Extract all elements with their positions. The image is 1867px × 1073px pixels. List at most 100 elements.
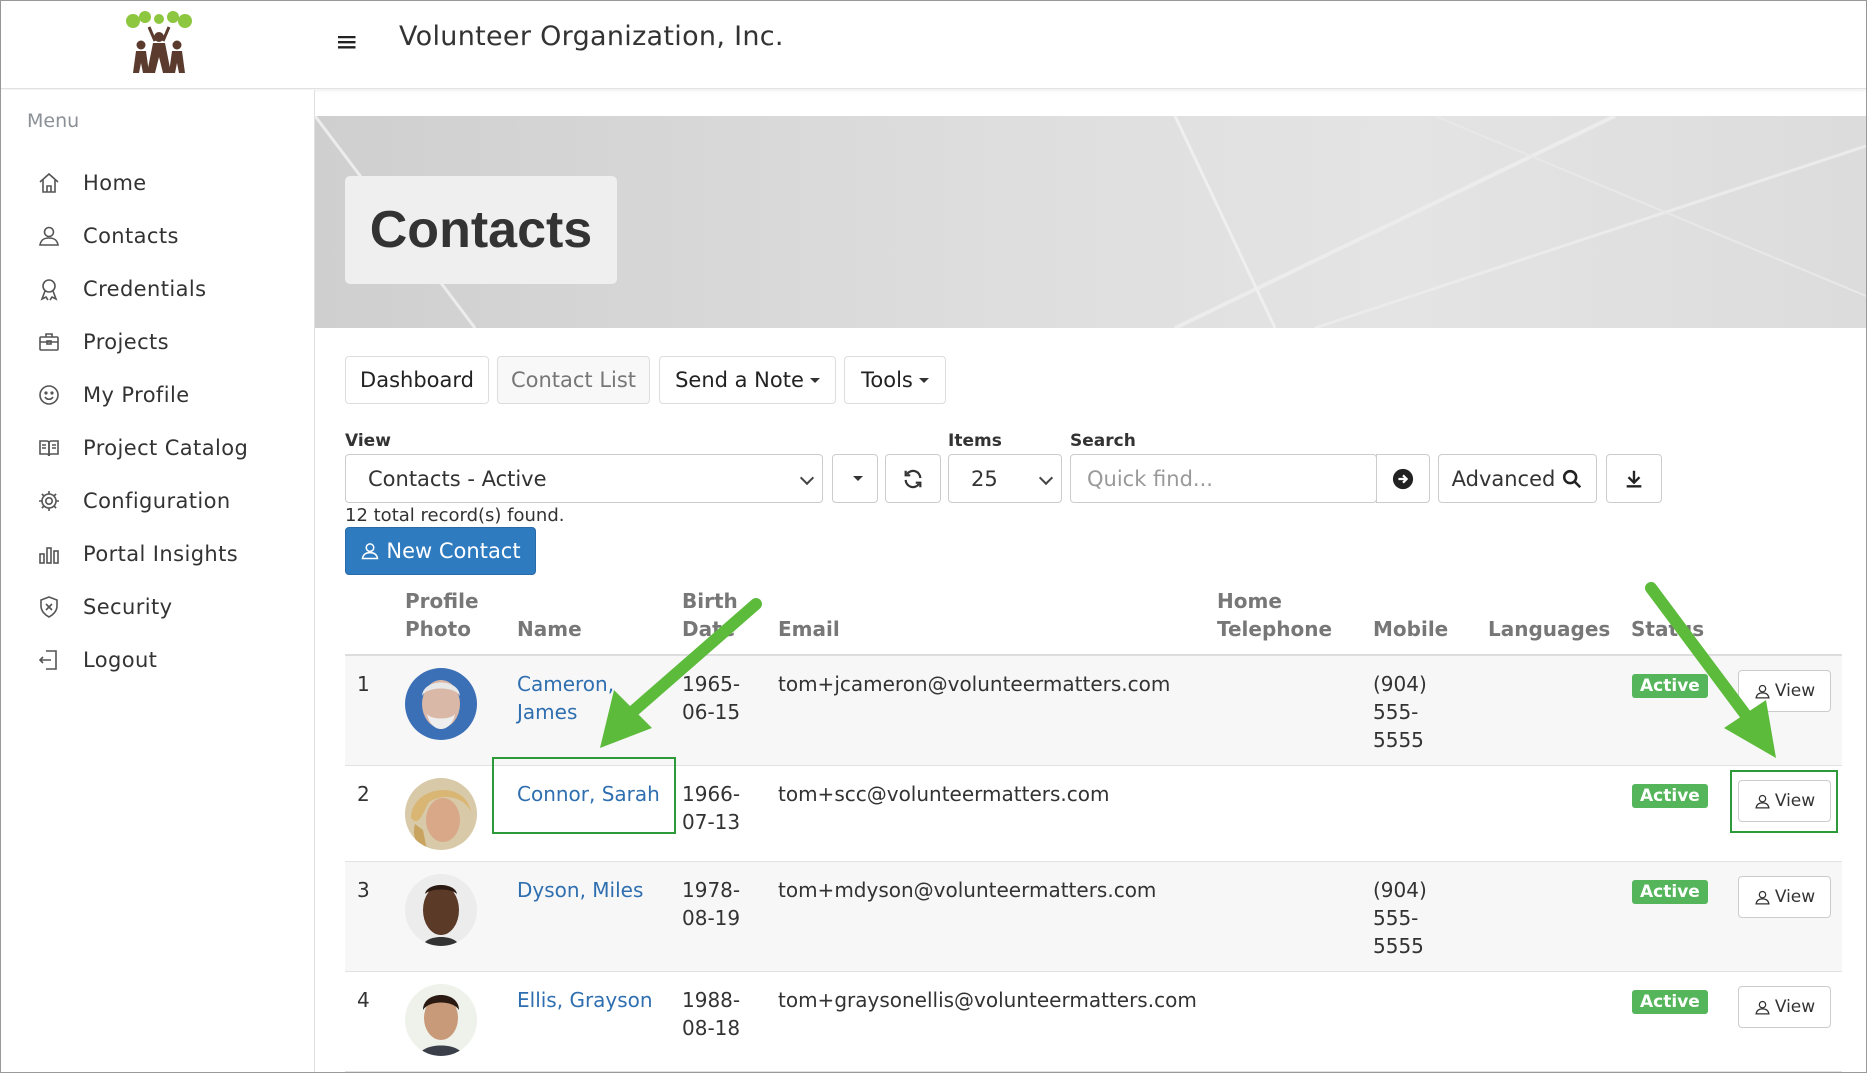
user-icon (362, 543, 379, 560)
header-text: Date (682, 617, 736, 641)
contact-name-link[interactable]: Ellis, Grayson (517, 986, 653, 1014)
page-banner: Contacts (315, 116, 1866, 328)
items-label: Items (948, 431, 1002, 451)
advanced-search-button[interactable]: Advanced (1438, 454, 1597, 503)
table-row: 2 Connor, Sarah 1966- 07-13 tom+scc@volu… (345, 766, 1842, 862)
view-label: View (1774, 791, 1816, 811)
header-name[interactable]: Name (517, 615, 582, 643)
mobile-line: 555- (1373, 700, 1419, 724)
header-birth-date[interactable]: Birth Date (682, 587, 738, 643)
header-text: Telephone (1217, 617, 1333, 641)
search-input[interactable] (1070, 454, 1377, 503)
search-icon (1563, 469, 1582, 488)
sidebar-item-my-profile[interactable]: My Profile (37, 375, 307, 415)
hamburger-icon[interactable]: ≡ (335, 25, 358, 58)
top-bar: ≡ Volunteer Organization, Inc. (1, 1, 1866, 89)
email: tom+scc@volunteermatters.com (778, 782, 1110, 806)
new-contact-button[interactable]: New Contact (345, 527, 536, 575)
birth-date: 1988- 08-18 (682, 986, 740, 1042)
header-text: Birth (682, 589, 738, 613)
sidebar-item-project-catalog[interactable]: Project Catalog (37, 428, 307, 468)
tab-dashboard[interactable]: Dashboard (345, 356, 489, 404)
contact-name-link[interactable]: Cameron, James (517, 670, 614, 726)
contact-avatar[interactable] (405, 874, 477, 946)
items-per-page-select[interactable]: 25 (948, 454, 1062, 503)
sidebar-item-portal-insights[interactable]: Portal Insights (37, 534, 307, 574)
sidebar-item-configuration[interactable]: Configuration (37, 481, 307, 521)
view-button[interactable]: View (1738, 986, 1831, 1028)
sidebar-item-label: Home (83, 171, 147, 195)
view-select[interactable]: Contacts - Active (345, 454, 823, 503)
contact-avatar[interactable] (405, 778, 477, 850)
sidebar-item-projects[interactable]: Projects (37, 322, 307, 362)
sidebar: Menu Home Contacts Credentials Projects … (1, 90, 315, 1072)
sidebar-item-label: Logout (83, 648, 158, 672)
header-languages[interactable]: Languages (1488, 615, 1610, 643)
tab-tools[interactable]: Tools (844, 356, 946, 404)
birth-date: 1965- 06-15 (682, 670, 740, 726)
sidebar-item-contacts[interactable]: Contacts (37, 216, 307, 256)
mobile-line: 555- (1373, 906, 1419, 930)
tab-send-a-note[interactable]: Send a Note (659, 356, 836, 404)
view-button[interactable]: View (1738, 780, 1831, 822)
tab-contact-list[interactable]: Contact List (497, 356, 650, 404)
refresh-button[interactable] (885, 454, 941, 503)
user-icon (1755, 794, 1770, 809)
header-text: Photo (405, 617, 471, 641)
export-button[interactable] (1606, 454, 1662, 503)
view-label: View (345, 431, 391, 451)
organization-logo[interactable] (119, 11, 199, 77)
caret-down-icon (853, 476, 863, 481)
contact-avatar[interactable] (405, 668, 477, 740)
chevron-down-icon (1038, 470, 1054, 486)
table-row: 3 Dyson, Miles 1978- 08-19 tom+mdyson@vo… (345, 862, 1842, 972)
birth-line: 06-15 (682, 700, 741, 724)
shield-icon (40, 596, 58, 618)
sidebar-item-credentials[interactable]: Credentials (37, 269, 307, 309)
sidebar-item-label: Portal Insights (83, 542, 239, 566)
tab-label: Send a Note (675, 368, 804, 392)
header-text: Home (1217, 589, 1282, 613)
tab-label: Dashboard (360, 368, 474, 392)
status-badge: Active (1632, 990, 1708, 1014)
name-line: James (517, 700, 578, 724)
contact-name-link[interactable]: Connor, Sarah (517, 780, 660, 808)
sidebar-item-label: Projects (83, 330, 169, 354)
row-number: 2 (357, 782, 370, 806)
row-number: 3 (357, 878, 370, 902)
sidebar-item-label: Contacts (83, 224, 179, 248)
sidebar-item-label: Project Catalog (83, 436, 249, 460)
mobile-line: (904) (1373, 672, 1427, 696)
items-select-value: 25 (971, 466, 998, 491)
status-badge: Active (1632, 880, 1708, 904)
birth-line: 1978- (682, 878, 741, 902)
birth-line: 1966- (682, 782, 741, 806)
new-contact-label: New Contact (386, 539, 521, 563)
sidebar-item-logout[interactable]: Logout (37, 640, 307, 680)
contact-avatar[interactable] (405, 984, 477, 1056)
user-icon (1755, 684, 1770, 699)
birth-line: 07-13 (682, 810, 741, 834)
header-profile-photo[interactable]: Profile Photo (405, 587, 479, 643)
contact-name-link[interactable]: Dyson, Miles (517, 876, 643, 904)
sidebar-item-home[interactable]: Home (37, 163, 307, 203)
view-button[interactable]: View (1738, 876, 1831, 918)
page-title: Contacts (369, 201, 593, 259)
email: tom+jcameron@volunteermatters.com (778, 672, 1171, 696)
logout-icon (38, 650, 57, 670)
header-status[interactable]: Status (1631, 615, 1704, 643)
row-number: 4 (357, 988, 370, 1012)
view-button[interactable]: View (1738, 670, 1831, 712)
header-home-telephone[interactable]: Home Telephone (1217, 587, 1332, 643)
sidebar-item-security[interactable]: Security (37, 587, 307, 627)
mobile-line: 5555 (1373, 934, 1424, 958)
header-email[interactable]: Email (778, 615, 840, 643)
status-badge: Active (1632, 784, 1708, 808)
name-line: Cameron, (517, 672, 615, 696)
mobile: (904) 555- 5555 (1373, 876, 1427, 960)
menu-label: Menu (27, 110, 80, 132)
user-icon (1755, 890, 1770, 905)
header-mobile[interactable]: Mobile (1373, 615, 1448, 643)
view-options-button[interactable] (832, 454, 878, 503)
search-go-button[interactable] (1376, 454, 1430, 503)
